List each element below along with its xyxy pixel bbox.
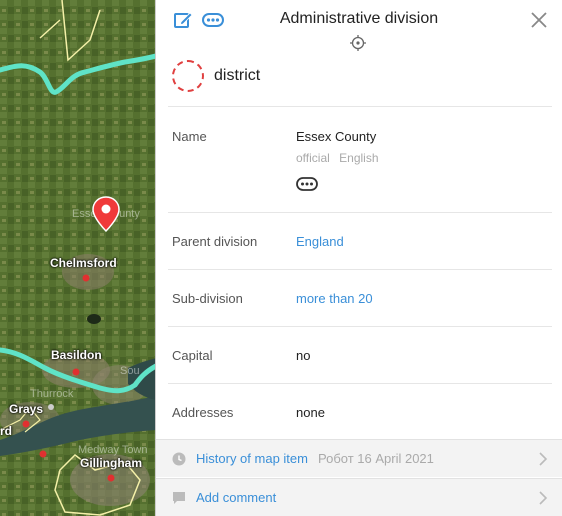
sub-division-label: Sub-division — [172, 290, 243, 306]
chevron-right-icon — [539, 491, 548, 505]
panel-title: Administrative division — [279, 10, 439, 27]
map-label-gillingham: Gillingham — [80, 456, 143, 470]
add-comment-row[interactable]: Add comment — [156, 478, 562, 516]
name-status: official — [296, 151, 330, 165]
clock-icon — [172, 452, 186, 465]
close-icon[interactable] — [530, 11, 548, 29]
capital-label: Capital — [172, 347, 213, 363]
capital-row: Capital no — [168, 326, 552, 383]
target-icon[interactable] — [349, 34, 367, 52]
more-names-icon[interactable] — [296, 177, 318, 191]
addresses-label: Addresses — [172, 404, 234, 420]
map-label-south: Sou — [120, 365, 140, 377]
district-boundary-icon — [172, 60, 204, 92]
map-label-chelmsford: Chelmsford — [50, 256, 117, 270]
add-comment-link[interactable]: Add comment — [196, 490, 276, 505]
category: district — [172, 60, 260, 92]
map-pin-icon[interactable] — [92, 196, 120, 232]
parent-division-row: Parent division England — [168, 212, 552, 269]
map-label-medway: Medway Town — [78, 444, 148, 456]
name-label: Name — [172, 129, 207, 144]
addresses-value: none — [296, 404, 325, 420]
attribute-list: Name Essex County official English Paren… — [168, 106, 552, 440]
name-language: English — [339, 151, 379, 165]
map-label-rd: rd — [0, 424, 12, 438]
addresses-row: Addresses none — [168, 383, 552, 440]
map-view[interactable]: Essex County Thurrock Medway Town Sou Ch… — [0, 0, 156, 516]
map-label-grays: Grays — [9, 402, 44, 416]
name-value: Essex County — [296, 129, 377, 144]
sub-division-row: Sub-division more than 20 — [168, 269, 552, 326]
parent-division-label: Parent division — [172, 233, 258, 249]
category-label: district — [214, 67, 261, 84]
history-row[interactable]: History of map item Робот 16 April 2021 — [156, 439, 562, 477]
object-panel: Administrative division district Name Es… — [156, 0, 562, 516]
comment-icon — [173, 491, 185, 504]
sub-division-link[interactable]: more than 20 — [296, 291, 373, 306]
history-link[interactable]: History of map item — [196, 451, 308, 466]
history-meta: Робот 16 April 2021 — [317, 451, 434, 466]
map-label-thurrock: Thurrock — [30, 388, 74, 400]
chevron-right-icon — [539, 452, 548, 466]
parent-division-link[interactable]: England — [296, 234, 344, 249]
map-label-basildon: Basildon — [51, 348, 102, 362]
capital-value: no — [296, 347, 311, 363]
name-row: Name Essex County official English — [168, 106, 552, 212]
